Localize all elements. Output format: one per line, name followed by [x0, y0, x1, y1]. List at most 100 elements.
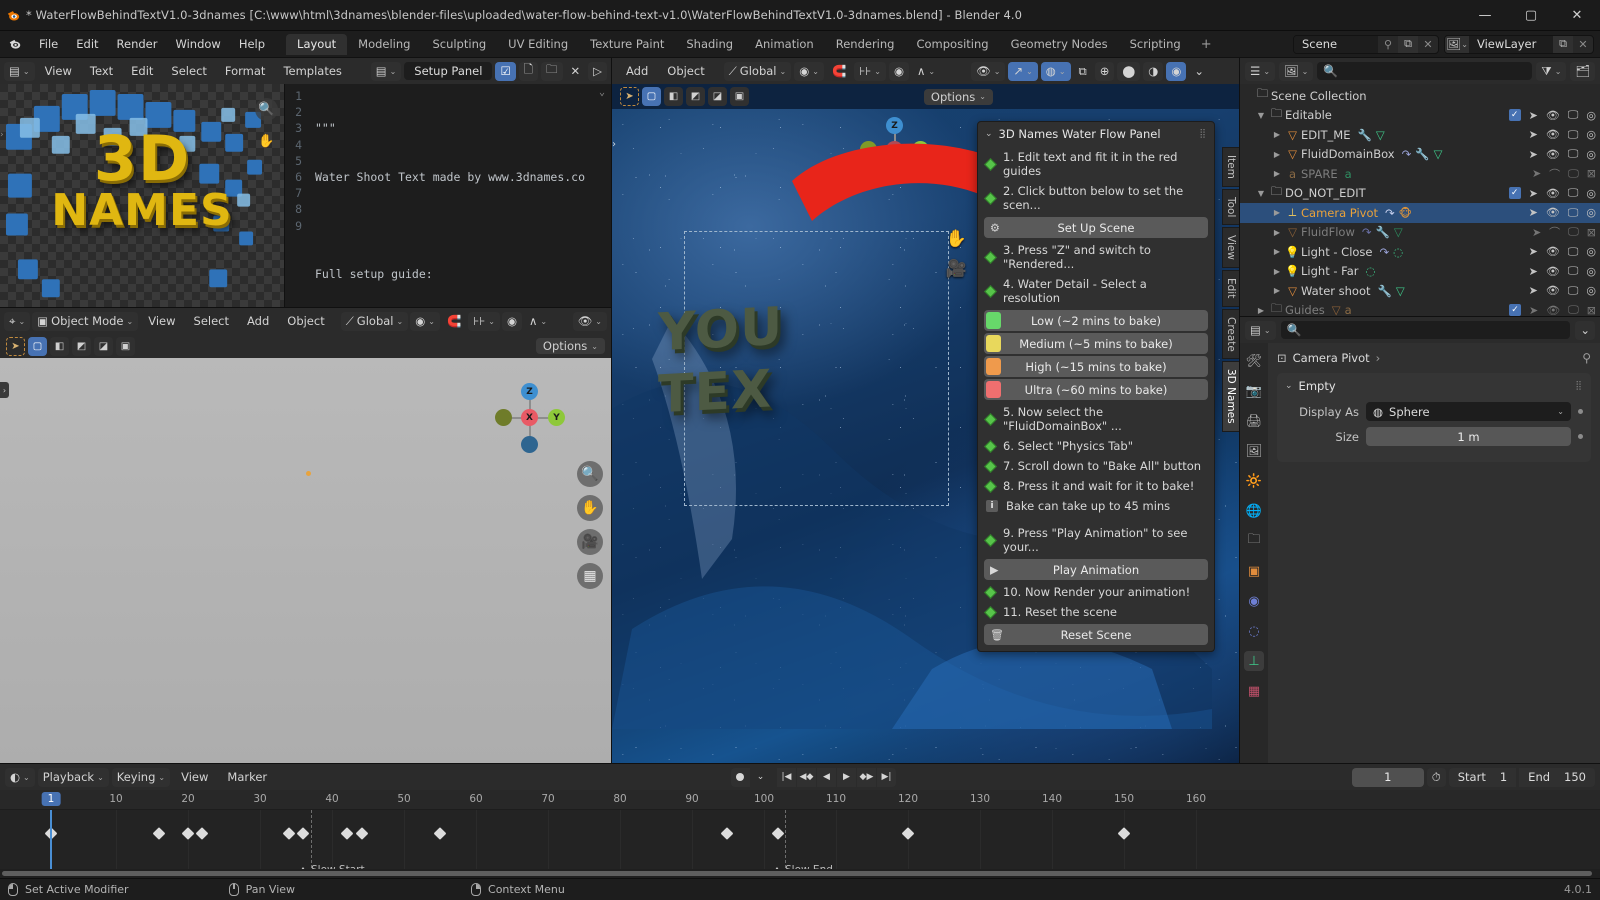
eye-icon[interactable]: 👁 — [1546, 109, 1560, 122]
screen-off-icon[interactable]: 🖵 — [1568, 225, 1579, 239]
blender-menu-icon[interactable] — [0, 37, 30, 51]
outliner-icon[interactable]: ☰ ⌄ — [1245, 61, 1276, 81]
search-input[interactable] — [1306, 323, 1565, 337]
animate-property-dot[interactable] — [1578, 409, 1583, 414]
size-value[interactable]: 1 m — [1366, 427, 1571, 446]
screen-icon[interactable]: 🖵 — [1568, 147, 1579, 161]
viewport-visibility-icon[interactable]: 👁 ⌄ — [572, 311, 607, 331]
snap-target-icon[interactable]: ⊦⊦ ⌄ — [468, 311, 500, 331]
gizmo-axis-x[interactable]: X — [886, 141, 903, 158]
modifier-icon[interactable]: 🔧 — [1378, 284, 1392, 298]
mesh-data-icon[interactable]: ▽ — [1376, 128, 1385, 142]
checkbox-icon[interactable]: ✓ — [1508, 187, 1521, 200]
text-editor-icon[interactable]: ▤ ⌄ — [4, 61, 35, 81]
outliner-search[interactable]: 🔍 — [1317, 62, 1533, 80]
workspace-tab-uv-editing[interactable]: UV Editing — [497, 34, 579, 55]
select-box-intersect-icon[interactable]: ▣ — [116, 336, 135, 356]
object-data-icon[interactable]: ⊥ — [1244, 651, 1264, 671]
outliner-row-fluiddomainbox[interactable]: ▶ ▽ FluidDomainBox ↷ 🔧 ▽ ➤ 👁 🖵 ◎ — [1240, 145, 1600, 165]
water-detail-ultra-button[interactable]: Ultra (~60 mins to bake) — [984, 379, 1208, 400]
object-icon[interactable]: ▣ — [1244, 561, 1264, 581]
magnet-icon[interactable]: 🧲 — [442, 312, 466, 331]
eye-closed-icon[interactable]: ⌒ — [1549, 166, 1560, 182]
outliner-row-light-far[interactable]: ▶ 💡 Light - Far ◌ ➤ 👁 🖵 ◎ — [1240, 262, 1600, 282]
sidebar-tab-edit[interactable]: Edit — [1222, 270, 1239, 307]
world-icon[interactable]: 🌐 — [1244, 501, 1264, 521]
funnel-icon[interactable]: ⧩ ⌄ — [1536, 61, 1567, 81]
properties-search[interactable]: 🔍 — [1280, 321, 1571, 339]
record-icon[interactable] — [730, 767, 750, 787]
sidebar-tab-3d-names[interactable]: 3D Names — [1222, 361, 1239, 433]
physics-icon[interactable]: ↷ — [1380, 245, 1390, 259]
workspace-tab-geometry-nodes[interactable]: Geometry Nodes — [1000, 34, 1119, 55]
screen-icon[interactable]: 🖵 — [1568, 284, 1579, 298]
menu-window[interactable]: Window — [166, 34, 229, 54]
image-filter-icon[interactable]: 🖼 ⌄ — [1279, 61, 1314, 81]
output-icon[interactable]: 🖨 — [1244, 411, 1264, 431]
checkbox-icon[interactable]: ✓ — [1508, 109, 1521, 122]
chevron-down-icon[interactable]: ⌄ — [1575, 320, 1595, 340]
outliner-row-camera-pivot[interactable]: ▶ ⟂ Camera Pivot ↷ 🐵 ➤ 👁 🖵 ◎ — [1240, 203, 1600, 223]
sidebar-toggle-left[interactable]: › — [0, 382, 9, 398]
keyframe-marker[interactable] — [901, 827, 915, 840]
camera-icon[interactable]: ◎ — [1586, 109, 1596, 122]
chevron-down-icon[interactable]: ⌄ — [599, 87, 605, 98]
camera-icon[interactable]: ◎ — [1586, 245, 1596, 258]
vp-menu-object[interactable]: Object — [279, 311, 332, 331]
viewport-lower-options-button[interactable]: Options ⌄ — [535, 338, 605, 354]
scene-name[interactable]: Scene — [1294, 35, 1378, 53]
view-layer-icon[interactable]: 🖼 — [1244, 441, 1264, 461]
eye-icon[interactable]: 👁 — [1546, 148, 1560, 161]
scene-selector[interactable]: Scene ⚲ ⧉ ✕ — [1293, 34, 1439, 54]
playback-menu[interactable]: Playback ⌄ — [37, 767, 109, 787]
timeline-menu-view[interactable]: View — [173, 767, 216, 787]
screen-icon[interactable]: 🖵 — [1568, 186, 1579, 200]
scrollbar-thumb[interactable] — [2, 871, 1592, 876]
modifier-icon[interactable]: 🔧 — [1415, 147, 1429, 161]
gizmo-axis-z[interactable]: Z — [886, 117, 903, 134]
select-box-set-icon[interactable]: ◧ — [50, 336, 69, 356]
keyframe-marker[interactable] — [771, 827, 785, 840]
proportional-edit-icon[interactable]: ◉ — [888, 61, 909, 81]
navigation-gizmo[interactable]: Z X Y — [493, 381, 567, 455]
screen-icon[interactable]: 🖵 — [1568, 206, 1579, 220]
gizmo-axis-z[interactable]: Z — [521, 383, 538, 400]
disclosure-triangle-icon[interactable]: ▼ — [1254, 111, 1268, 120]
eye-icon[interactable]: 👁 — [1546, 245, 1560, 258]
text-menu-templates[interactable]: Templates — [275, 61, 349, 81]
physics-icon[interactable]: ↷ — [1362, 225, 1372, 239]
outliner-row-edit-me[interactable]: ▶ ▽ EDIT_ME 🔧 ▽ ➤ 👁 🖵 ◎ — [1240, 125, 1600, 145]
cursor-icon[interactable]: ➤ — [1529, 187, 1538, 200]
mesh-data-icon[interactable]: ▽ — [1394, 225, 1403, 239]
proportional-edit-icon[interactable]: ◉ — [501, 311, 522, 331]
minimize-button[interactable]: — — [1462, 0, 1508, 31]
timeline-horizontal-scrollbar[interactable] — [0, 869, 1600, 878]
drag-handle-icon[interactable]: ⣿ — [1575, 381, 1583, 391]
camera-off-icon[interactable]: ⊠ — [1587, 167, 1596, 180]
cursor-icon[interactable]: ➤ — [1529, 206, 1538, 219]
disclosure-triangle-icon[interactable]: ▶ — [1270, 130, 1284, 139]
timeline-track[interactable]: Slow Start Slow End — [0, 810, 1600, 878]
camera-icon[interactable]: ◎ — [1586, 148, 1596, 161]
text-menu-view[interactable]: View — [37, 61, 80, 81]
current-frame-field[interactable]: 1 — [1351, 767, 1424, 787]
outliner-row-light-close[interactable]: ▶ 💡 Light - Close ↷ ◌ ➤ 👁 🖵 ◎ — [1240, 242, 1600, 262]
maximize-button[interactable]: ▢ — [1508, 0, 1554, 31]
water-detail-medium-button[interactable]: Medium (~5 mins to bake) — [984, 333, 1208, 354]
set-up-scene-button[interactable]: ⚙ Set Up Scene — [984, 217, 1208, 238]
vp-menu-add[interactable]: Add — [239, 311, 277, 331]
viewport-lower-canvas[interactable]: › Z X Y 🔍 ✋ 🎥 ▦ — [0, 358, 611, 763]
cursor-icon[interactable]: ➤ — [1529, 265, 1538, 278]
playhead[interactable] — [50, 810, 52, 878]
gizmo-axis-x[interactable]: X — [521, 409, 538, 426]
disclosure-triangle-icon[interactable]: ▼ — [1254, 189, 1268, 198]
screen-off-icon[interactable]: 🖵 — [1568, 167, 1579, 181]
text-menu-edit[interactable]: Edit — [123, 61, 161, 81]
material-preview-icon[interactable]: ◑ — [1143, 61, 1164, 81]
font-data-icon[interactable]: a — [1345, 167, 1352, 181]
viewport-gizmos-icon[interactable]: ↗ ⌄ — [1008, 61, 1038, 81]
workspace-tab-shading[interactable]: Shading — [675, 34, 744, 55]
eye-icon[interactable]: 👁 — [1546, 187, 1560, 200]
text-datablock-name[interactable]: Setup Panel — [404, 62, 493, 80]
viewport-visibility-icon[interactable]: 👁 ⌄ — [971, 61, 1006, 81]
